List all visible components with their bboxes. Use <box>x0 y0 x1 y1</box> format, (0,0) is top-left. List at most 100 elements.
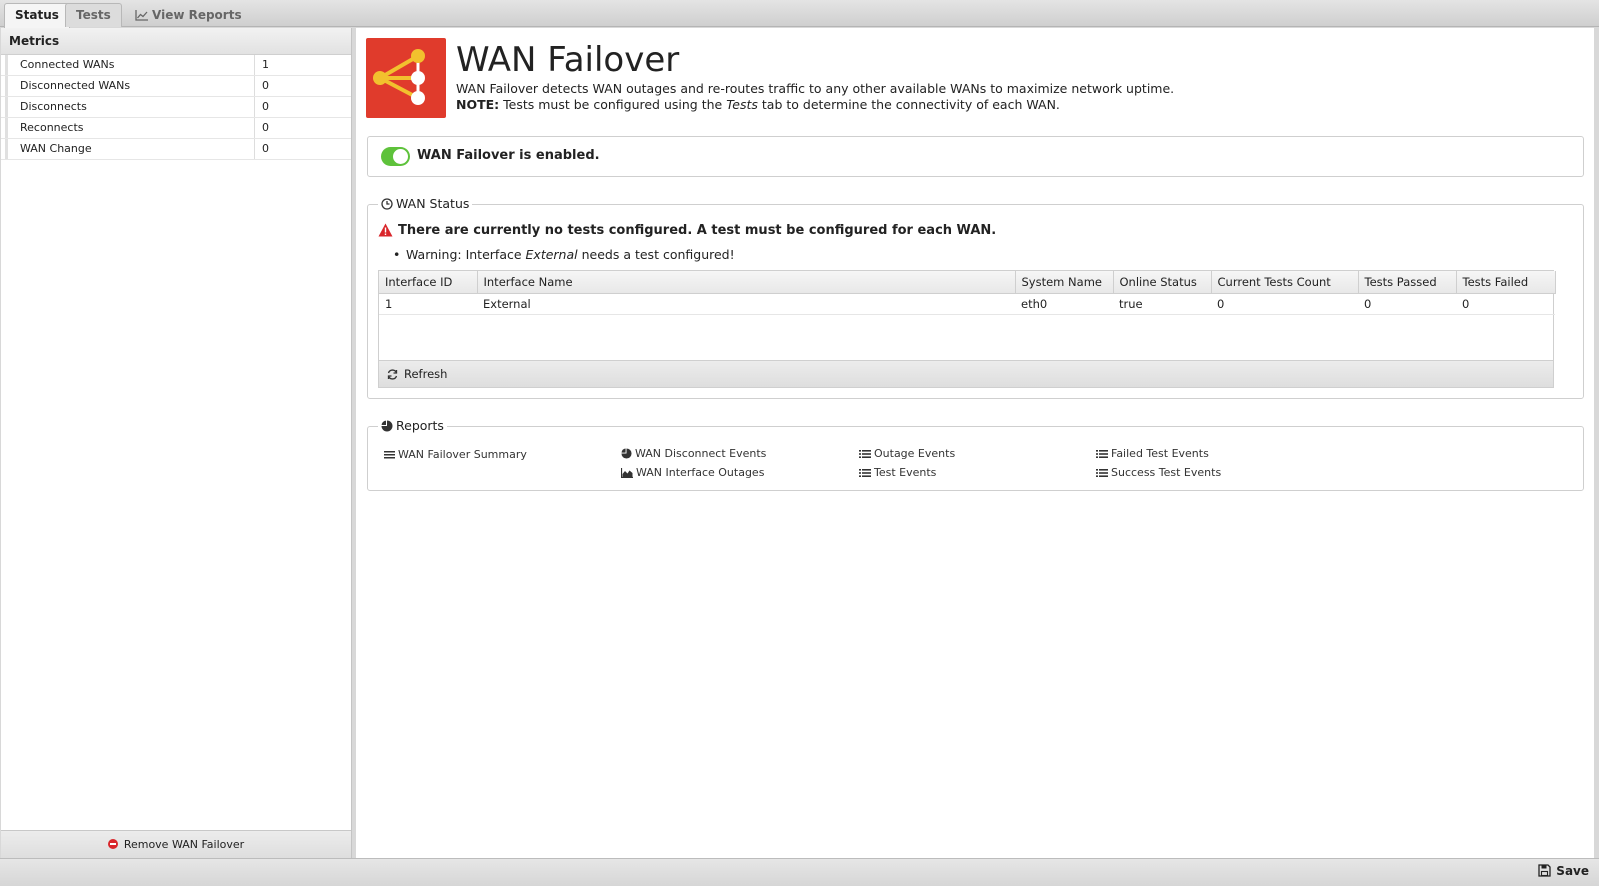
enable-toggle[interactable] <box>381 147 410 166</box>
metric-value: 0 <box>262 79 269 92</box>
column-header[interactable]: Online Status <box>1113 271 1212 294</box>
metric-row: Reconnects 0 <box>1 118 351 139</box>
warning-message: There are currently no tests configured.… <box>378 223 996 238</box>
note-line: NOTE: Tests must be configured using the… <box>456 97 1174 113</box>
page-title: WAN Failover <box>456 40 680 80</box>
wan-failover-logo-icon <box>373 49 425 105</box>
description-text: WAN Failover detects WAN outages and re-… <box>456 81 1175 96</box>
tab-status[interactable]: Status <box>4 3 70 28</box>
app-description: WAN Failover detects WAN outages and re-… <box>456 81 1174 113</box>
enabled-status-box: WAN Failover is enabled. <box>367 136 1584 177</box>
wan-status-legend-text: WAN Status <box>396 196 470 211</box>
report-link-wan-failover-summary[interactable]: WAN Failover Summary <box>384 448 527 461</box>
list-icon <box>1096 450 1108 458</box>
wan-status-group: WAN Status There are currently no tests … <box>367 196 1584 399</box>
column-header[interactable]: Tests Failed <box>1456 271 1556 294</box>
pie-chart-icon <box>621 448 632 459</box>
warning-bullet: Warning: Interface External needs a test… <box>393 247 735 262</box>
table-cell: 1 <box>379 293 477 315</box>
metric-row: WAN Change 0 <box>1 139 351 160</box>
table-cell: true <box>1113 293 1211 315</box>
metric-value: 1 <box>262 58 269 71</box>
metric-value: 0 <box>262 100 269 113</box>
list-icon <box>859 450 871 458</box>
minus-circle-icon <box>107 839 118 849</box>
table-header-row: Interface ID Interface Name System Name … <box>379 271 1556 294</box>
report-link-success-test-events[interactable]: Success Test Events <box>1096 466 1221 479</box>
metrics-panel: Metrics Connected WANs 1 Disconnected WAN… <box>1 28 352 858</box>
table-cell: 0 <box>1211 293 1358 315</box>
report-link-label: WAN Interface Outages <box>636 466 765 479</box>
column-header[interactable]: Current Tests Count <box>1211 271 1359 294</box>
list-icon <box>1096 469 1108 477</box>
app-logo <box>366 38 446 118</box>
refresh-icon <box>387 369 398 380</box>
report-link-label: Failed Test Events <box>1111 447 1209 460</box>
footer-bar: Save <box>0 858 1599 886</box>
bullet-interface: External <box>525 247 578 262</box>
metric-label: Reconnects <box>5 118 255 138</box>
report-link-outage-events[interactable]: Outage Events <box>859 447 955 460</box>
report-link-wan-interface-outages[interactable]: WAN Interface Outages <box>620 466 765 479</box>
save-button[interactable]: Save <box>1538 864 1589 878</box>
report-link-label: Test Events <box>874 466 937 479</box>
tab-view-reports[interactable]: View Reports <box>124 3 253 27</box>
column-header[interactable]: Interface ID <box>379 271 478 294</box>
metric-label: Disconnected WANs <box>5 76 255 96</box>
text-lines-icon <box>384 451 395 459</box>
pie-chart-icon <box>381 420 393 432</box>
main-panel: WAN Failover WAN Failover detects WAN ou… <box>356 28 1594 858</box>
warning-icon <box>378 223 393 237</box>
remove-app-label: Remove WAN Failover <box>123 838 245 851</box>
tab-tests[interactable]: Tests <box>65 3 122 27</box>
bullet-suffix: needs a test configured! <box>581 247 735 262</box>
list-icon <box>859 469 871 477</box>
metric-row: Connected WANs 1 <box>1 55 351 76</box>
reports-legend: Reports <box>378 418 447 433</box>
report-link-label: Outage Events <box>874 447 956 460</box>
bullet-prefix: Warning: Interface <box>406 247 522 262</box>
clock-icon <box>381 198 393 210</box>
save-label: Save <box>1556 864 1589 878</box>
report-link-test-events[interactable]: Test Events <box>859 466 936 479</box>
area-chart-icon <box>620 468 633 479</box>
table-cell: eth0 <box>1015 293 1113 315</box>
metric-label: Connected WANs <box>5 55 255 75</box>
reports-group: Reports WAN Failover Summary WAN Disconn… <box>367 418 1584 491</box>
floppy-disk-icon <box>1538 864 1551 877</box>
metrics-title: Metrics <box>1 28 351 55</box>
column-header[interactable]: Tests Passed <box>1358 271 1457 294</box>
note-label: NOTE: <box>456 97 500 112</box>
line-chart-icon <box>135 10 148 21</box>
metric-row: Disconnects 0 <box>1 97 351 118</box>
report-link-label: Success Test Events <box>1111 466 1222 479</box>
table-cell: External <box>477 293 1015 315</box>
metric-row: Disconnected WANs 0 <box>1 76 351 97</box>
metric-label: Disconnects <box>5 97 255 117</box>
refresh-button[interactable]: Refresh <box>379 360 1553 387</box>
tab-view-reports-label: View Reports <box>152 8 242 22</box>
table-row[interactable]: 1 External eth0 true 0 0 0 <box>379 293 1555 315</box>
report-link-label: WAN Failover Summary <box>398 448 527 461</box>
table-cell: 0 <box>1456 293 1555 315</box>
note-text-2: tab to determine the connectivity of eac… <box>761 97 1060 112</box>
enabled-text: WAN Failover is enabled. <box>417 148 600 163</box>
tab-bar: Status Tests View Reports <box>0 0 1599 28</box>
table-cell: 0 <box>1358 293 1456 315</box>
column-header[interactable]: System Name <box>1015 271 1114 294</box>
refresh-label: Refresh <box>404 367 448 381</box>
warning-text: There are currently no tests configured.… <box>398 223 997 238</box>
wan-status-table: Interface ID Interface Name System Name … <box>378 270 1556 388</box>
metric-value: 0 <box>262 121 269 134</box>
tab-status-label: Status <box>15 8 59 22</box>
note-em: Tests <box>726 97 758 112</box>
tab-tests-label: Tests <box>76 8 111 22</box>
note-text-1: Tests must be configured using the <box>503 97 723 112</box>
report-link-label: WAN Disconnect Events <box>635 447 767 460</box>
column-header[interactable]: Interface Name <box>477 271 1016 294</box>
report-link-wan-disconnect-events[interactable]: WAN Disconnect Events <box>621 447 766 460</box>
wan-status-legend: WAN Status <box>378 196 473 211</box>
remove-app-button[interactable]: Remove WAN Failover <box>1 830 351 858</box>
report-link-failed-test-events[interactable]: Failed Test Events <box>1096 447 1209 460</box>
metric-label: WAN Change <box>5 139 255 159</box>
